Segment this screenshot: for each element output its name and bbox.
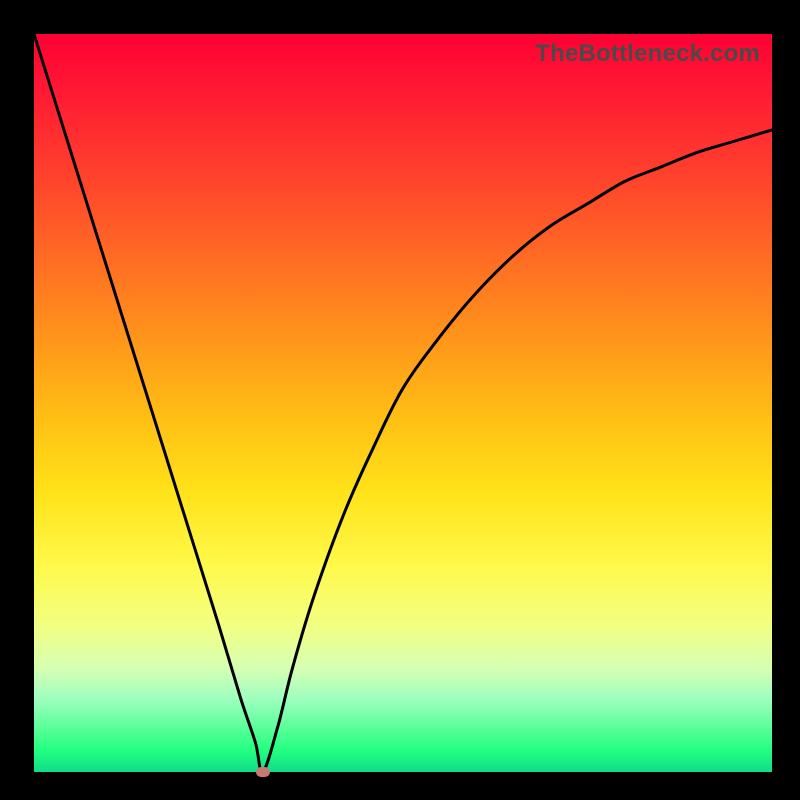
- curve-path: [34, 34, 772, 772]
- chart-frame: TheBottleneck.com: [0, 0, 800, 800]
- bottleneck-curve: [34, 34, 772, 772]
- plot-area: TheBottleneck.com: [34, 34, 772, 772]
- minimum-marker: [256, 767, 270, 777]
